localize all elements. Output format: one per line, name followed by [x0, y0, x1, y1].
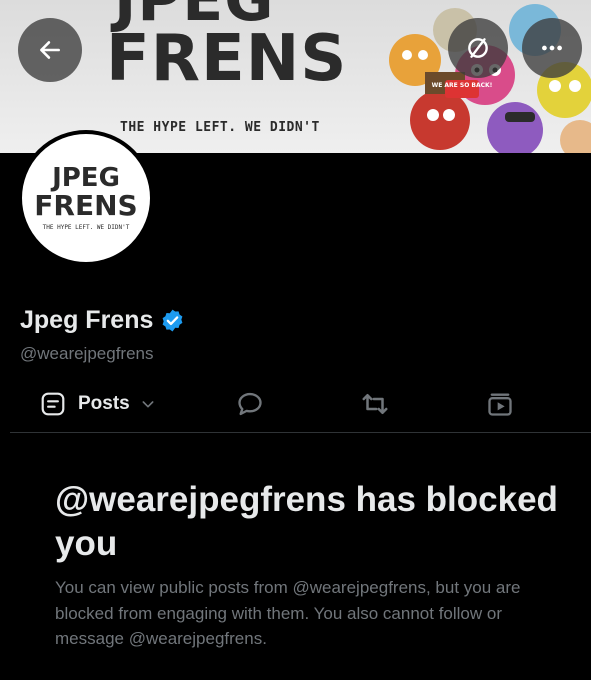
repost-icon: [362, 394, 388, 414]
slashed-circle-icon: [468, 38, 488, 58]
top-action-button[interactable]: [448, 18, 508, 78]
back-button[interactable]: [18, 18, 82, 82]
banner-tagline: THE HYPE LEFT. WE DIDN'T: [120, 120, 320, 135]
profile-display-name: Jpeg Frens: [20, 306, 154, 334]
blocked-title: @wearejpegfrens has blocked you: [55, 480, 558, 564]
profile-tabs: Posts: [0, 378, 591, 430]
verified-badge-icon[interactable]: [160, 308, 185, 333]
arrow-left-icon: [40, 41, 60, 59]
tab-reposts[interactable]: [360, 378, 390, 430]
avatar-line2: FRENS: [34, 189, 138, 223]
avatar-line1: JPEG: [52, 163, 120, 194]
chevron-down-icon[interactable]: [140, 396, 156, 412]
tabs-divider: [10, 432, 591, 433]
posts-list-icon: [41, 392, 65, 416]
profile-handle: @wearejpegfrens: [20, 344, 154, 363]
more-dots-icon: [542, 45, 562, 51]
tab-posts-label: Posts: [78, 393, 130, 414]
collage-sign-text: WE ARE SO BACK!: [432, 82, 493, 89]
more-button[interactable]: [522, 18, 582, 78]
media-play-icon: [488, 393, 512, 416]
profile-avatar[interactable]: JPEG FRENS THE HYPE LEFT. WE DIDN'T: [18, 130, 154, 266]
avatar-tagline: THE HYPE LEFT. WE DIDN'T: [42, 223, 130, 231]
speech-bubble-icon: [238, 392, 262, 416]
profile-name-row: Jpeg Frens: [20, 306, 185, 335]
tab-media[interactable]: [486, 378, 514, 430]
banner-logo-text: JPEG FRENS: [106, 0, 366, 96]
blocked-description: You can view public posts from @wearejpe…: [55, 578, 521, 648]
tab-replies[interactable]: [236, 378, 264, 430]
tab-posts[interactable]: Posts: [40, 378, 156, 430]
banner-title-line2: FRENS: [106, 22, 348, 96]
